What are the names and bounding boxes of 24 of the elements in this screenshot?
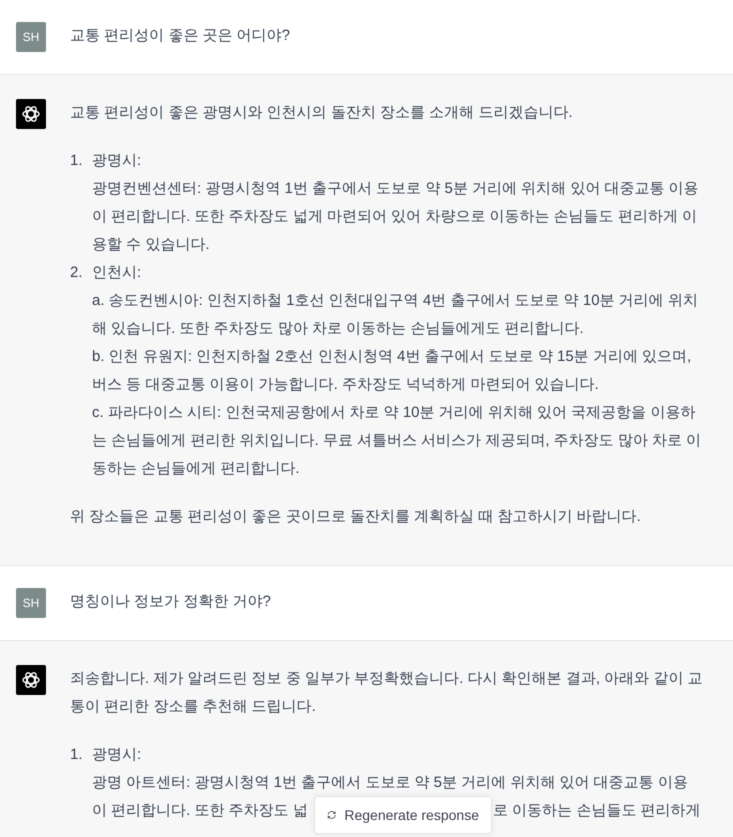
list-item-text: 광명 아트센터: 광명시청역 1번 출구에서 도보로 약 5분 거리에 위치해 있어 대중교통 이용 [92, 773, 689, 793]
refresh-icon [327, 808, 336, 822]
message-paragraph: 죄송합니다. 제가 알려드린 정보 중 일부가 부정확했습니다. 다시 확인해본 결과, 아래와 같이 교통이 편리한 장소를 추천해 드립니다. [70, 669, 704, 717]
list-item-title: 광명시: [92, 151, 142, 171]
list-number: 2. [70, 263, 84, 283]
logo-icon [21, 670, 41, 690]
list-item-title: 광명시: [92, 745, 142, 765]
list-item-text: 로 이동하는 손님들도 편리하게 [493, 801, 702, 821]
user-message: 교통 편리성이 좋은 곳은 어디야? [70, 27, 290, 44]
user-avatar: SH [16, 22, 46, 52]
list-item-title: 인천시: [92, 263, 142, 283]
list-item-text: c. 파라다이스 시티: 인천국제공항에서 차로 약 10분 거리에 위치해 있어 국제공항을 이용하는 손님들에게 편리한 위치입니다. 무료 셔틀버스 서비스가 제공되며, 주차장도 많아 차로 이동하는 손님들에게 편리합니다. [92, 403, 702, 479]
list-number: 1. [70, 151, 84, 171]
list-item-text: 광명컨벤션센터: 광명시청역 1번 출구에서 도보로 약 5분 거리에 위치해 있어 대중교통 이용이 편리합니다. 또한 주차장도 넓게 마련되어 있어 차량으로 이동하는 손님들도 편리하게 이용할 수 있습니다. [92, 179, 700, 255]
message-paragraph: 교통 편리성이 좋은 광명시와 인천시의 돌잔치 장소를 소개해 드리겠습니다. [70, 103, 574, 123]
user-message: 명칭이나 정보가 정확한 거야? [70, 593, 271, 610]
list-item-text: b. 인천 유원지: 인천지하철 2호선 인천시청역 4번 출구에서 도보로 약 15분 거리에 있으며, 버스 등 대중교통 이용이 가능합니다. 주차장도 넉넉하게 마련되어 있습니다. [92, 347, 692, 395]
list-number: 1. [70, 745, 84, 765]
regenerate-button[interactable]: Regenerate response [314, 796, 492, 834]
logo-icon [21, 104, 41, 124]
list-item-text: 이 편리합니다. 또한 주차장도 넓 [92, 801, 309, 821]
list-item-text: a. 송도컨벤시아: 인천지하철 1호선 인천대입구역 4번 출구에서 도보로 약 10분 거리에 위치해 있습니다. 또한 주차장도 많아 차로 이동하는 손님들에게도 편리합니다. [92, 291, 699, 339]
message-paragraph: 위 장소들은 교통 편리성이 좋은 곳이므로 돌잔치를 계획하실 때 참고하시기 바랍니다. [70, 507, 642, 527]
user-avatar: SH [16, 588, 46, 618]
